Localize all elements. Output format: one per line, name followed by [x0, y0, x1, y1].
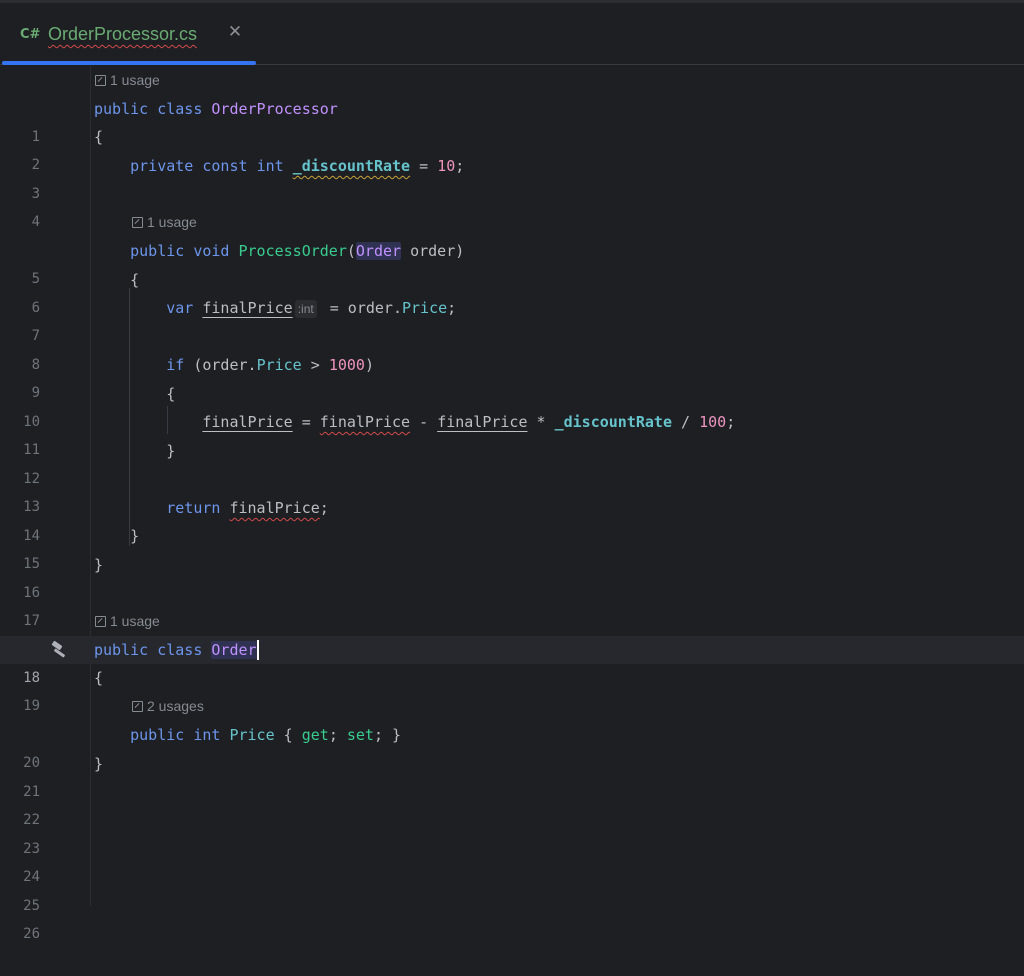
csharp-file-icon: C# [20, 27, 41, 42]
property-price: Price [256, 356, 302, 374]
code-line-7[interactable]: 7 var finalPrice:int = order.Price; [0, 294, 1024, 344]
field-discount-rate: _discountRate [554, 413, 672, 431]
code-line-8[interactable]: 8 [0, 323, 1024, 373]
variable-final-price: finalPrice [437, 413, 528, 431]
editor-tab-bar: C# OrderProcessor.cs ✕ [0, 3, 1024, 65]
code-line-4[interactable]: 4 [0, 180, 1024, 230]
code-line-15[interactable]: 15 } [0, 522, 1024, 572]
class-name-order[interactable]: Order [211, 641, 257, 659]
keyword: void [193, 242, 230, 260]
code-line-13[interactable]: 13 [0, 465, 1024, 515]
code-line-10[interactable]: 10 { [0, 380, 1024, 430]
class-name[interactable]: OrderProcessor [211, 100, 337, 118]
keyword: private [130, 157, 194, 175]
code-line-20[interactable]: 20 public int Price { get; set; } [0, 721, 1024, 771]
keyword: int [193, 726, 221, 744]
code-line-17[interactable]: 17 [0, 579, 1024, 629]
keyword: class [157, 641, 203, 659]
property-price[interactable]: Price [229, 726, 274, 744]
variable-final-price: finalPrice [319, 413, 411, 431]
variable-final-price: finalPrice [229, 499, 320, 517]
keyword: int [256, 157, 284, 175]
type-inlay-hint: :int [294, 300, 317, 318]
code-line-25[interactable]: 25 [0, 864, 1024, 914]
line-number: 26 [23, 926, 40, 942]
code-line-19[interactable]: 19 { [0, 664, 1024, 714]
code-line-1[interactable]: 1 public class OrderProcessor [0, 95, 1024, 145]
accessor-set: set [346, 726, 374, 744]
code-line-11[interactable]: 11 finalPrice = finalPrice - finalPrice … [0, 408, 1024, 458]
code-line-24[interactable]: 24 [0, 835, 1024, 885]
keyword: var [166, 299, 194, 317]
code-editor[interactable]: 1 usage 1 public class OrderProcessor 2 … [0, 66, 1024, 942]
code-line-14[interactable]: 14 return finalPrice; [0, 494, 1024, 544]
code-line-18[interactable]: 18 public class Order [0, 636, 1024, 686]
keyword: public [94, 641, 149, 659]
hammer-icon[interactable] [50, 640, 70, 660]
code-line-21[interactable]: 21 } [0, 750, 1024, 800]
keyword: if [166, 356, 185, 374]
usages-link-icon [95, 616, 106, 627]
property-price: Price [401, 299, 448, 317]
code-line-26[interactable]: 26 [0, 892, 1024, 942]
usage-hint[interactable]: 1 usage [95, 610, 160, 632]
accessor-get: get [301, 726, 329, 744]
line-number: 4 [31, 214, 40, 230]
number-literal: 10 [437, 157, 456, 175]
code-line-5[interactable]: 5 public void ProcessOrder(Order order) [0, 237, 1024, 287]
brace: { [94, 128, 104, 146]
keyword: class [157, 100, 203, 118]
code-line-22[interactable]: 22 [0, 778, 1024, 828]
type-order[interactable]: Order [355, 242, 402, 260]
line-number: 19 [23, 698, 40, 714]
usage-hint[interactable]: 2 usages [132, 695, 204, 717]
code-line-16[interactable]: 16 } [0, 551, 1024, 601]
usage-hint[interactable]: 1 usage [132, 211, 197, 233]
tab-order-processor[interactable]: C# OrderProcessor.cs ✕ [0, 3, 257, 65]
code-line-6[interactable]: 6 { [0, 266, 1024, 316]
keyword: const [202, 157, 248, 175]
usages-link-icon [132, 217, 143, 228]
code-line-23[interactable]: 23 [0, 807, 1024, 857]
code-line-9[interactable]: 9 if (order.Price > 1000) [0, 351, 1024, 401]
line-number: 17 [23, 613, 40, 629]
usage-hint[interactable]: 1 usage [95, 69, 160, 91]
usages-link-icon [132, 701, 143, 712]
code-line-12[interactable]: 12 } [0, 437, 1024, 487]
code-line-3[interactable]: 3 private const int _discountRate = 10; [0, 152, 1024, 202]
keyword: public [130, 726, 185, 744]
active-tab-indicator [2, 61, 256, 65]
close-icon[interactable]: ✕ [226, 21, 244, 43]
keyword: return [166, 499, 221, 517]
code-line-2[interactable]: 2 { [0, 123, 1024, 173]
text-caret [256, 639, 259, 660]
field-discount-rate[interactable]: _discountRate [293, 157, 410, 175]
tab-file-name[interactable]: OrderProcessor.cs [48, 24, 197, 45]
variable-final-price[interactable]: finalPrice [202, 299, 292, 317]
keyword: public [94, 100, 149, 118]
method-name[interactable]: ProcessOrder [239, 242, 347, 260]
number-literal: 1000 [328, 356, 365, 374]
number-literal: 100 [699, 413, 727, 431]
usages-link-icon [95, 75, 106, 86]
keyword: public [130, 242, 185, 260]
variable-final-price: finalPrice [202, 413, 293, 431]
